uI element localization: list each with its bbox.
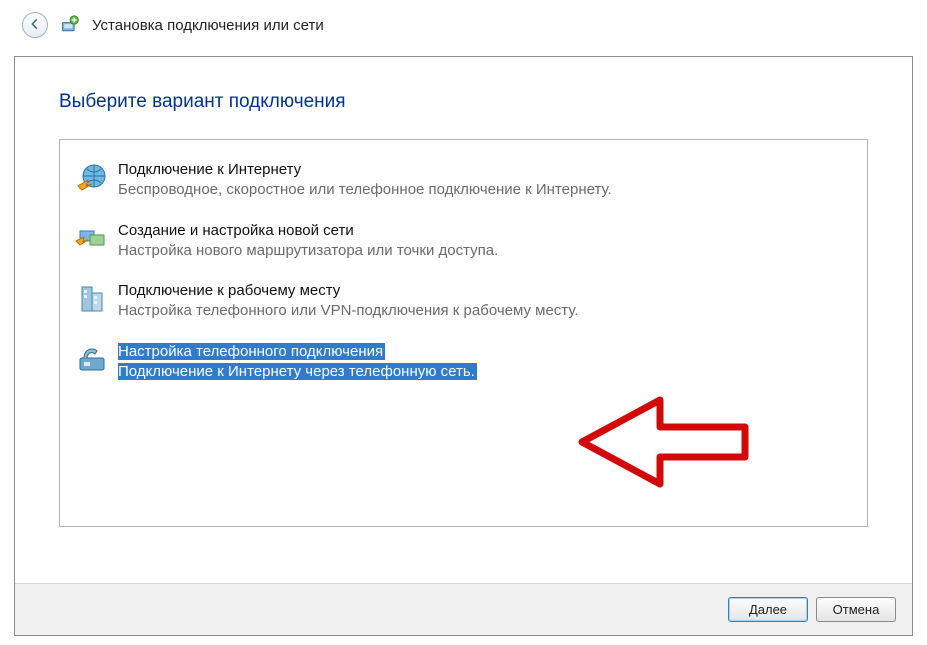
title-bar: Установка подключения или сети: [0, 0, 927, 46]
dialup-modem-icon: [74, 342, 110, 378]
building-connect-icon: [74, 281, 110, 317]
option-title: Создание и настройка новой сети: [118, 222, 354, 239]
next-button[interactable]: Далее: [728, 597, 808, 622]
page-title: Выберите вариант подключения: [59, 91, 868, 113]
option-title: Настройка телефонного подключения: [118, 343, 385, 360]
option-new-network[interactable]: Создание и настройка новой сети Настройк…: [62, 211, 865, 272]
option-desc: Настройка телефонного или VPN-подключени…: [118, 302, 579, 319]
option-title: Подключение к Интернету: [118, 161, 301, 178]
network-plus-icon: [60, 15, 80, 35]
option-desc: Беспроводное, скоростное или телефонное …: [118, 181, 612, 198]
back-arrow-icon: [28, 17, 42, 34]
option-texts: Создание и настройка новой сети Настройк…: [118, 221, 853, 262]
globe-connect-icon: [74, 160, 110, 196]
option-desc: Настройка нового маршрутизатора или точк…: [118, 242, 498, 259]
wizard-frame: Выберите вариант подключения Подключение…: [14, 56, 913, 636]
wizard-footer: Далее Отмена: [15, 583, 912, 635]
window-title: Установка подключения или сети: [92, 17, 324, 34]
option-dialup[interactable]: Настройка телефонного подключения Подклю…: [62, 332, 865, 393]
cancel-button[interactable]: Отмена: [816, 597, 896, 622]
back-button[interactable]: [22, 12, 48, 38]
option-title: Подключение к рабочему месту: [118, 282, 340, 299]
option-texts: Подключение к Интернету Беспроводное, ск…: [118, 160, 853, 201]
option-texts: Подключение к рабочему месту Настройка т…: [118, 281, 853, 322]
option-texts: Настройка телефонного подключения Подклю…: [118, 342, 853, 383]
router-new-icon: [74, 221, 110, 257]
option-workplace[interactable]: Подключение к рабочему месту Настройка т…: [62, 271, 865, 332]
wizard-content: Выберите вариант подключения Подключение…: [15, 57, 912, 539]
option-internet-connection[interactable]: Подключение к Интернету Беспроводное, ск…: [62, 150, 865, 211]
options-list: Подключение к Интернету Беспроводное, ск…: [59, 139, 868, 527]
option-desc: Подключение к Интернету через телефонную…: [118, 363, 477, 380]
